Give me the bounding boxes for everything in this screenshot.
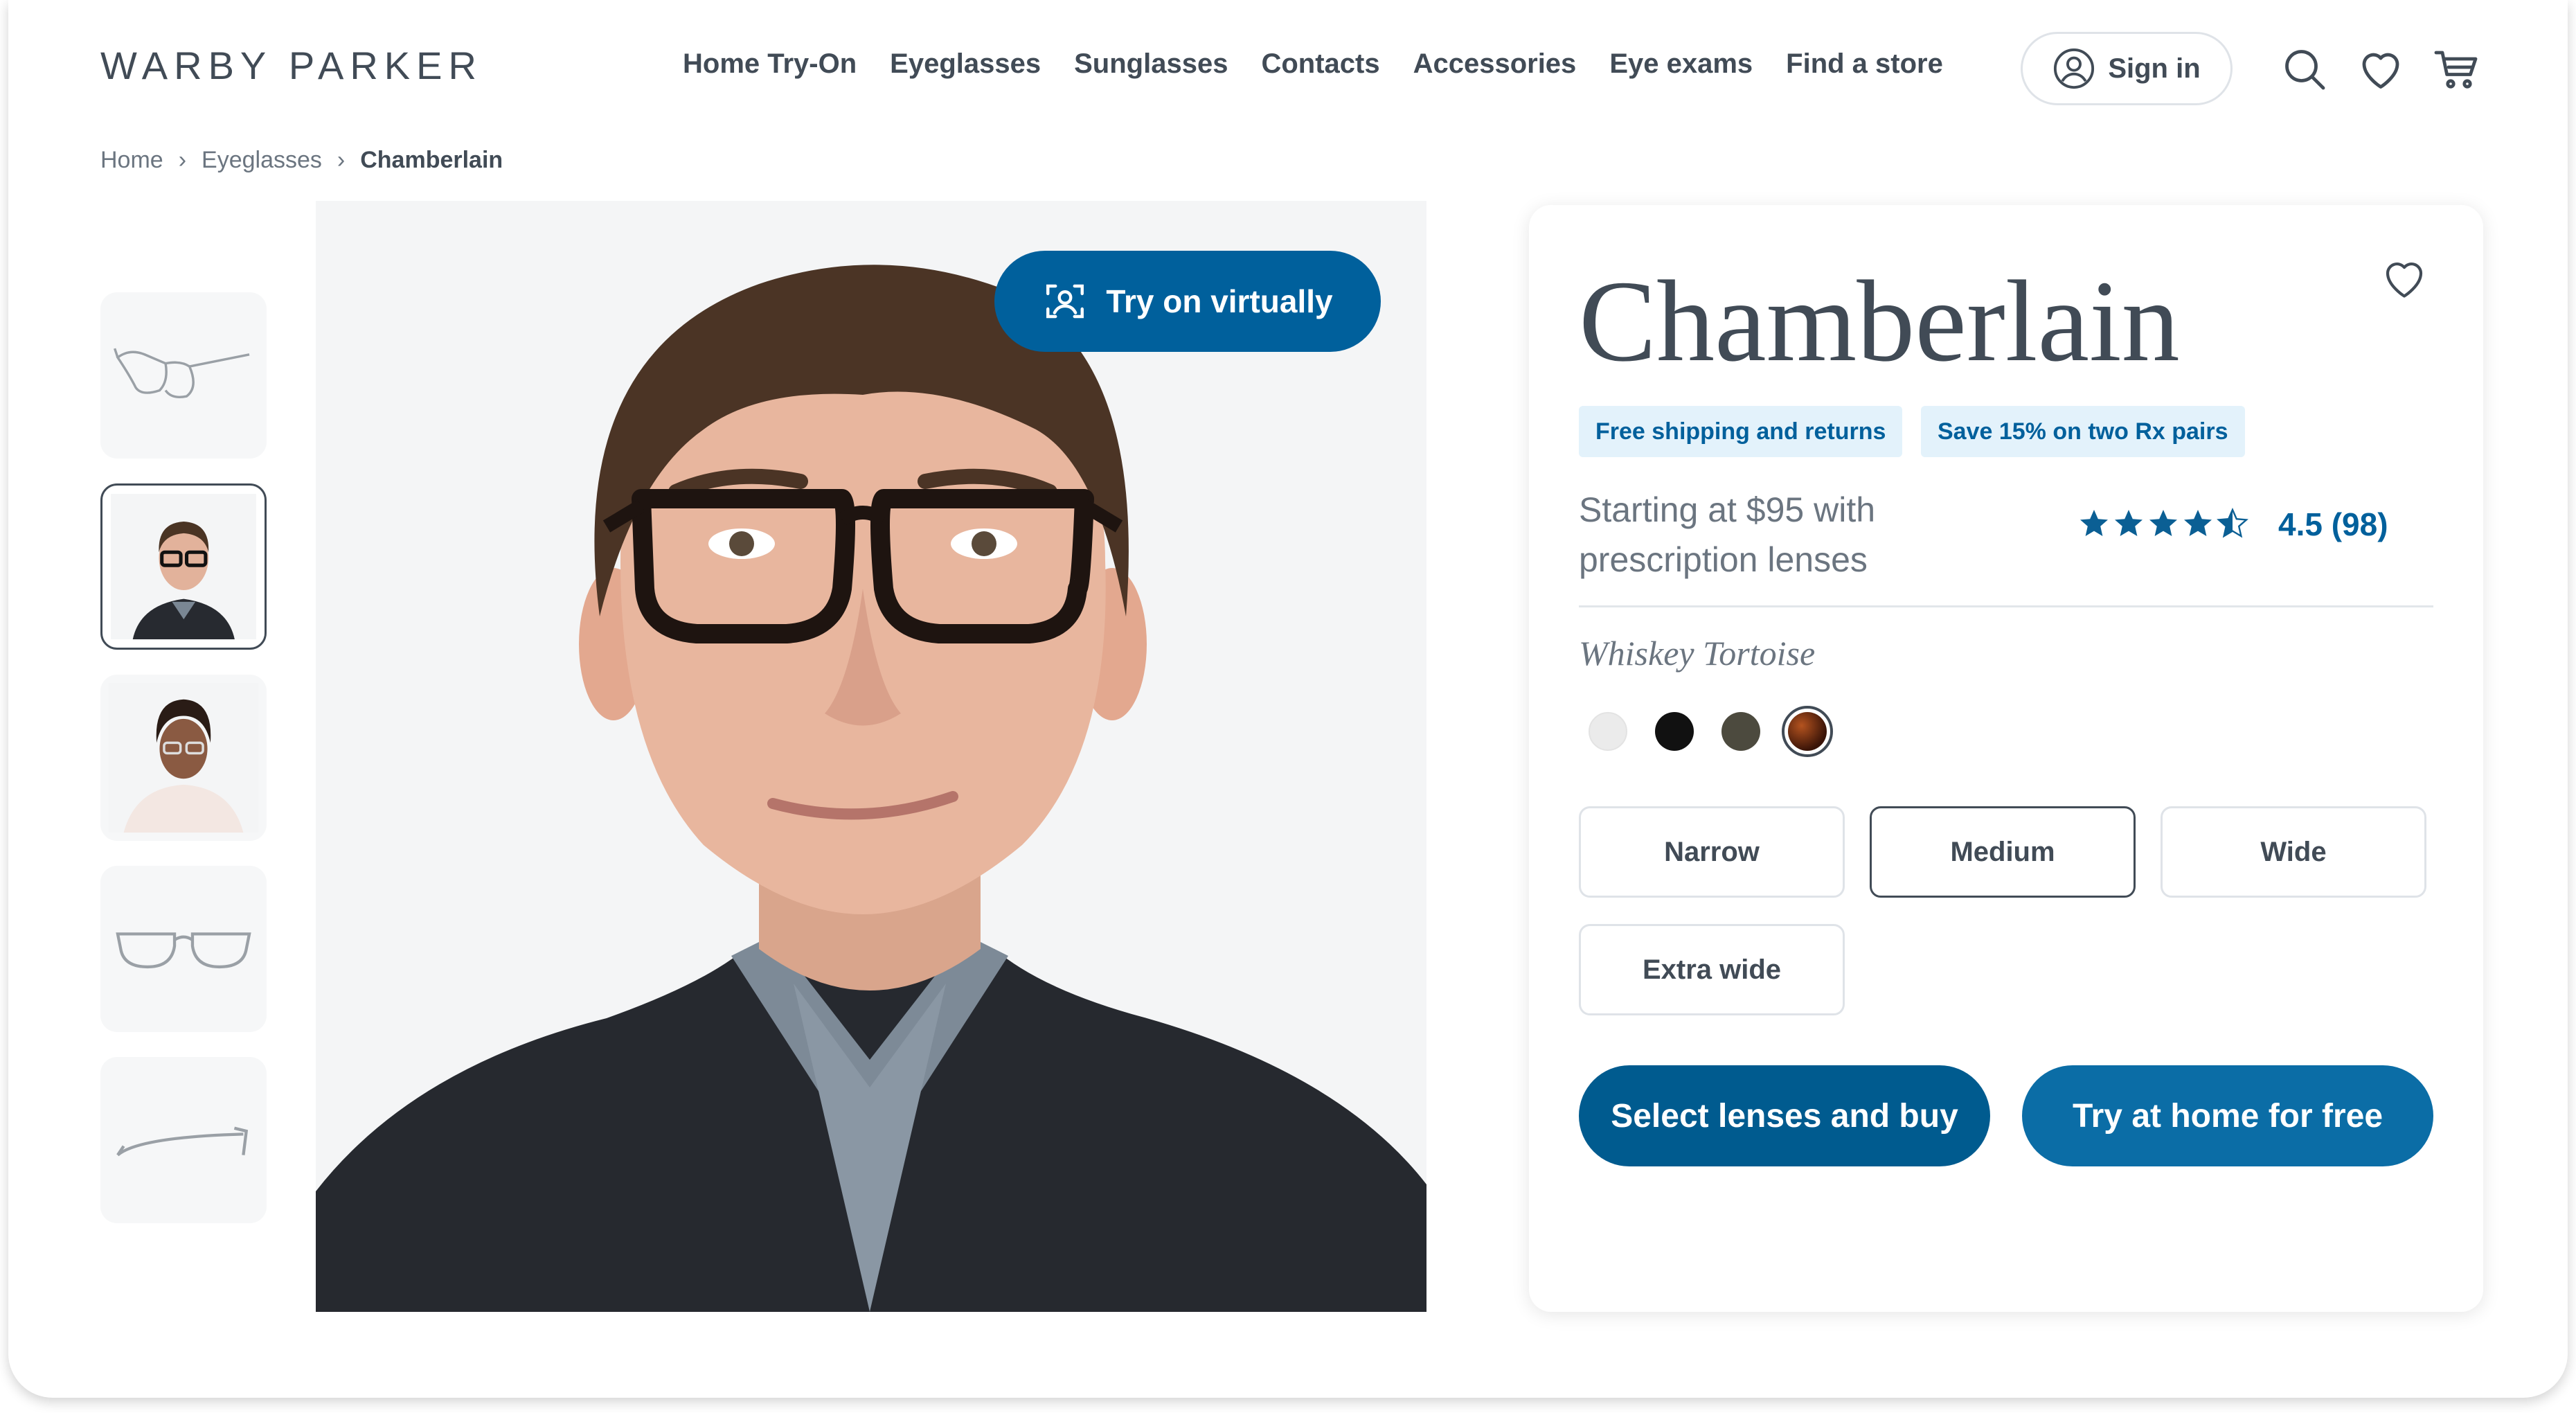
nav-find-a-store[interactable]: Find a store — [1786, 48, 1943, 80]
try-at-home-button[interactable]: Try at home for free — [2022, 1065, 2433, 1166]
swatch-black[interactable] — [1655, 712, 1694, 751]
price-info: Starting at $95 with prescription lenses — [1579, 485, 1939, 585]
price-line-2: prescription lenses — [1579, 540, 1868, 579]
user-icon — [2054, 48, 2095, 89]
product-main-image — [316, 201, 1426, 1312]
chevron-right-icon: › — [178, 147, 187, 173]
swatch-whiskey-tortoise[interactable] — [1782, 706, 1833, 757]
warby-parker-logo[interactable]: WARBY PARKER — [100, 43, 483, 88]
selected-color-name: Whiskey Tortoise — [1579, 634, 1816, 673]
thumbnail-angle-view[interactable] — [100, 292, 267, 459]
swatch-olive[interactable] — [1721, 712, 1760, 751]
breadcrumb-eyeglasses[interactable]: Eyeglasses — [202, 147, 322, 174]
star-icon — [2115, 510, 2143, 536]
favorite-heart-icon[interactable] — [2379, 254, 2429, 303]
size-narrow-button[interactable]: Narrow — [1579, 806, 1845, 898]
divider — [1579, 605, 2433, 607]
chevron-right-icon: › — [337, 147, 346, 173]
face-scan-icon — [1046, 284, 1084, 319]
search-icon[interactable] — [2280, 44, 2329, 94]
model-wearing-glasses-illustration — [316, 201, 1426, 1312]
try-on-virtually-button[interactable]: Try on virtually — [994, 251, 1381, 352]
main-nav: Home Try-On Eyeglasses Sunglasses Contac… — [683, 48, 1976, 80]
breadcrumb-home[interactable]: Home — [100, 147, 163, 174]
nav-eye-exams[interactable]: Eye exams — [1609, 48, 1753, 80]
star-icon — [2149, 510, 2177, 536]
free-shipping-badge: Free shipping and returns — [1579, 406, 1903, 457]
cart-icon[interactable] — [2432, 44, 2482, 94]
sign-in-label: Sign in — [2108, 53, 2201, 84]
product-title: Chamberlain — [1579, 257, 2180, 386]
product-info-card: Chamberlain Free shipping and returns Sa… — [1529, 205, 2483, 1312]
star-icon — [2080, 510, 2108, 536]
browser-frame: WARBY PARKER Home Try-On Eyeglasses Sung… — [8, 0, 2568, 1398]
rx-savings-badge: Save 15% on two Rx pairs — [1921, 406, 2245, 457]
size-medium-button[interactable]: Medium — [1870, 806, 2136, 898]
try-on-virtually-label: Try on virtually — [1106, 283, 1333, 319]
sign-in-button[interactable]: Sign in — [2021, 32, 2233, 105]
size-wide-button[interactable]: Wide — [2161, 806, 2426, 898]
star-rating — [2077, 507, 2249, 540]
thumbnail-side-view[interactable] — [100, 1057, 267, 1223]
nav-sunglasses[interactable]: Sunglasses — [1074, 48, 1228, 80]
rating-reviews-link[interactable]: 4.5 (98) — [2278, 506, 2388, 543]
nav-accessories[interactable]: Accessories — [1413, 48, 1577, 80]
swatch-crystal[interactable] — [1589, 712, 1627, 751]
thumbnail-model-man[interactable] — [100, 483, 267, 650]
heart-icon[interactable] — [2356, 44, 2406, 94]
nav-contacts[interactable]: Contacts — [1261, 48, 1379, 80]
nav-eyeglasses[interactable]: Eyeglasses — [890, 48, 1041, 80]
thumbnail-model-woman[interactable] — [100, 675, 267, 841]
size-extra-wide-button[interactable]: Extra wide — [1579, 924, 1845, 1015]
thumbnail-front-view[interactable] — [100, 866, 267, 1032]
half-star-icon — [2217, 508, 2248, 538]
nav-home-try-on[interactable]: Home Try-On — [683, 48, 857, 80]
select-lenses-buy-button[interactable]: Select lenses and buy — [1579, 1065, 1990, 1166]
star-icon — [2184, 510, 2212, 536]
breadcrumb-current: Chamberlain — [360, 147, 503, 173]
breadcrumb: Home › Eyeglasses › Chamberlain — [100, 147, 503, 174]
price-line-1: Starting at $95 with — [1579, 490, 1876, 529]
